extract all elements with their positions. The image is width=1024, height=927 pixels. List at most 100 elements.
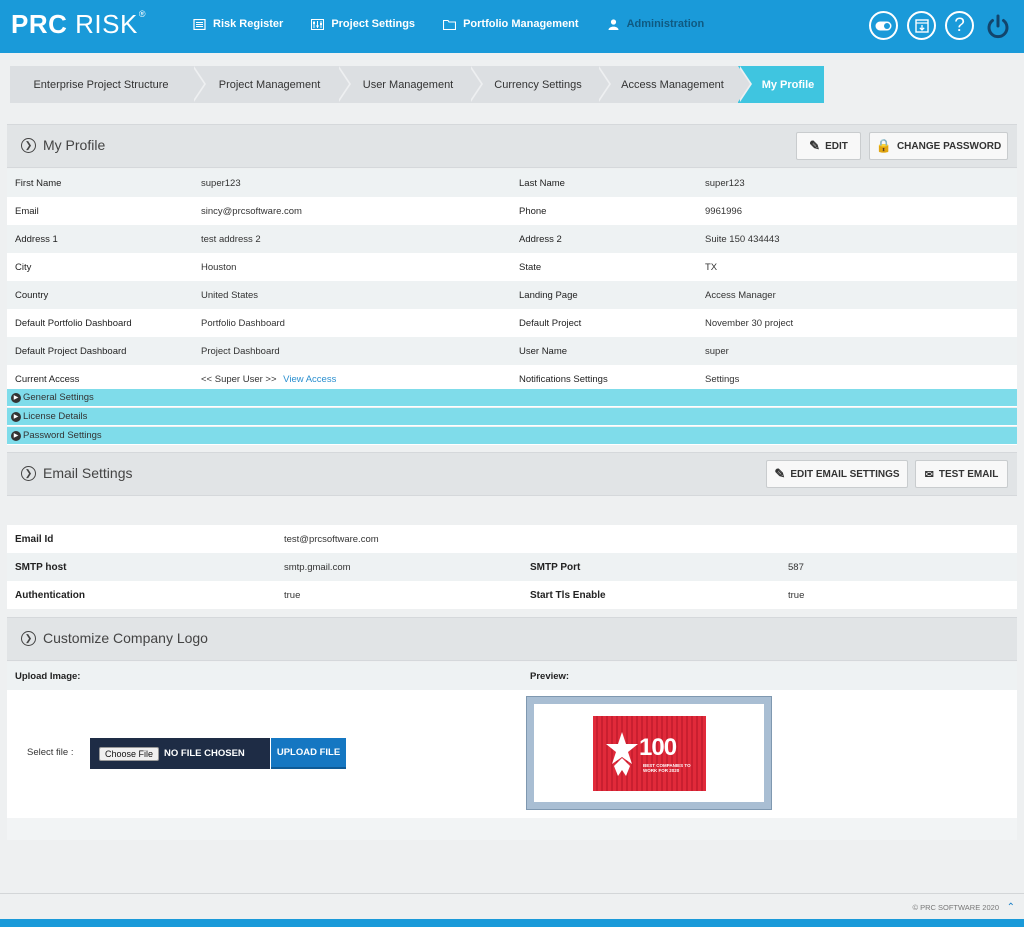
expand-arrow-icon: ▶ (11, 430, 21, 441)
badge-caption: BEST COMPANIES TO WORK FOR 2020 (643, 763, 691, 773)
field-value: Houston (201, 261, 237, 273)
app-logo[interactable]: PRC RISK® (11, 9, 145, 40)
field-label: Phone (519, 205, 547, 217)
expander-label: Password Settings (23, 430, 102, 441)
field-value: true (788, 589, 805, 601)
scroll-up-icon[interactable]: ⌃ (1007, 902, 1015, 913)
sliders-icon (311, 18, 325, 30)
section-title: Customize Company Logo (43, 630, 208, 646)
password-settings-expander[interactable]: ▶ Password Settings (7, 427, 1017, 445)
power-icon[interactable] (983, 11, 1012, 40)
email-settings-header: ❯ Email Settings ✎ EDIT EMAIL SETTINGS ✉ T… (7, 452, 1017, 496)
field-label: Default Portfolio Dashboard (15, 317, 132, 329)
field-label: SMTP Port (530, 561, 581, 573)
toggle-icon[interactable] (869, 11, 898, 40)
field-label: First Name (15, 177, 62, 189)
nav-project-settings[interactable]: Project Settings (311, 18, 415, 30)
field-value: November 30 project (705, 317, 794, 329)
folder-icon (443, 19, 457, 30)
file-input[interactable]: Choose File NO FILE CHOSEN (90, 738, 270, 769)
nav-label: Portfolio Management (463, 18, 579, 30)
table-row: Email sincy@prcsoftware.com Phone 996199… (7, 197, 1017, 225)
field-label: Landing Page (519, 289, 578, 301)
field-value: sincy@prcsoftware.com (201, 205, 302, 217)
button-label: EDIT (825, 140, 848, 152)
field-value: Portfolio Dashboard (201, 317, 285, 329)
field-value: Access Manager (705, 289, 776, 301)
field-label: Address 2 (519, 233, 562, 245)
field-label: Address 1 (15, 233, 58, 245)
crumb-label: Currency Settings (494, 78, 582, 91)
field-value: super123 (201, 177, 241, 189)
company-logo-image: 100 BEST COMPANIES TO WORK FOR 2020 (593, 716, 706, 791)
crumb-label: My Profile (761, 78, 815, 91)
upload-image-label: Upload Image: (15, 670, 81, 682)
nav-portfolio-management[interactable]: Portfolio Management (443, 18, 579, 30)
table-row: First Name super123 Last Name super123 (7, 169, 1017, 197)
help-icon[interactable]: ? (945, 11, 974, 40)
nav-risk-register[interactable]: Risk Register (193, 18, 283, 30)
nav-label: Administration (626, 18, 705, 30)
copyright-text: © PRC SOFTWARE 2020 (912, 903, 999, 912)
field-value: << Super User >> View Access (201, 374, 336, 385)
crumb-access-management[interactable]: Access Management (597, 66, 752, 103)
field-value: super (705, 345, 729, 357)
lock-icon: 🔒 (875, 138, 892, 153)
field-value: 9961996 (705, 205, 742, 217)
crumb-project-management[interactable]: Project Management (192, 66, 351, 103)
top-bar: PRC RISK® Risk Register Project Settings… (0, 0, 1024, 53)
crumb-enterprise-project-structure[interactable]: Enterprise Project Structure (10, 66, 206, 103)
my-profile-header: ❯ My Profile ✎ EDIT 🔒 CHANGE PASSWORD (7, 124, 1017, 168)
field-label: Start Tls Enable (530, 589, 606, 601)
field-label: Last Name (519, 177, 565, 189)
crumb-currency-settings[interactable]: Currency Settings (469, 66, 611, 103)
collapse-chevron-icon[interactable]: ❯ (21, 631, 36, 646)
notifications-settings-link[interactable]: Settings (705, 374, 739, 385)
change-password-button[interactable]: 🔒 CHANGE PASSWORD (869, 132, 1008, 160)
logo-preview-canvas: 100 BEST COMPANIES TO WORK FOR 2020 (534, 704, 764, 802)
test-email-button[interactable]: ✉ TEST EMAIL (915, 460, 1008, 488)
select-file-label: Select file : (27, 747, 74, 758)
field-label: Default Project (519, 317, 582, 329)
crumb-user-management[interactable]: User Management (337, 66, 483, 103)
edit-email-settings-button[interactable]: ✎ EDIT EMAIL SETTINGS (766, 460, 908, 488)
field-value: test@prcsoftware.com (284, 533, 379, 545)
download-icon[interactable] (907, 11, 936, 40)
button-label: UPLOAD FILE (276, 747, 341, 758)
collapse-chevron-icon[interactable]: ❯ (21, 466, 36, 481)
logo-regular-text: RISK (75, 9, 138, 39)
panel-bottom (7, 818, 1017, 840)
choose-file-button[interactable]: Choose File (99, 746, 160, 761)
expand-arrow-icon: ▶ (11, 392, 21, 403)
email-details: Email Id test@prcsoftware.com SMTP host … (7, 525, 1017, 609)
table-row: Upload Image: Preview: (7, 662, 1017, 690)
registered-mark: ® (138, 9, 146, 20)
section-title: Email Settings (43, 465, 133, 481)
table-row: Default Portfolio Dashboard Portfolio Da… (7, 309, 1017, 337)
field-value: 587 (788, 561, 804, 573)
collapse-chevron-icon[interactable]: ❯ (21, 138, 36, 153)
nav-label: Project Settings (331, 18, 416, 30)
profile-details: First Name super123 Last Name super123 E… (7, 169, 1017, 393)
general-settings-expander[interactable]: ▶ General Settings (7, 389, 1017, 407)
table-row: Country United States Landing Page Acces… (7, 281, 1017, 309)
no-file-status: NO FILE CHOSEN (164, 748, 245, 759)
footer: © PRC SOFTWARE 2020 ⌃ (0, 893, 1024, 919)
field-value: super123 (705, 177, 745, 189)
view-access-link[interactable]: View Access (283, 374, 336, 385)
license-details-expander[interactable]: ▶ License Details (7, 408, 1017, 426)
field-value: Suite 150 434443 (705, 233, 780, 245)
edit-profile-button[interactable]: ✎ EDIT (796, 132, 861, 160)
expander-label: General Settings (23, 392, 94, 403)
table-row: Address 1 test address 2 Address 2 Suite… (7, 225, 1017, 253)
button-label: EDIT EMAIL SETTINGS (790, 468, 900, 480)
crumb-label: Enterprise Project Structure (33, 78, 169, 91)
field-label: Default Project Dashboard (15, 345, 127, 357)
top-icon-group: ? (860, 11, 1012, 40)
badge-number: 100 (639, 734, 677, 761)
upload-file-button[interactable]: UPLOAD FILE (271, 738, 346, 769)
nav-administration[interactable]: Administration (607, 18, 705, 30)
bottom-bar (0, 919, 1024, 927)
list-icon (193, 18, 206, 30)
star-icon (606, 732, 638, 776)
